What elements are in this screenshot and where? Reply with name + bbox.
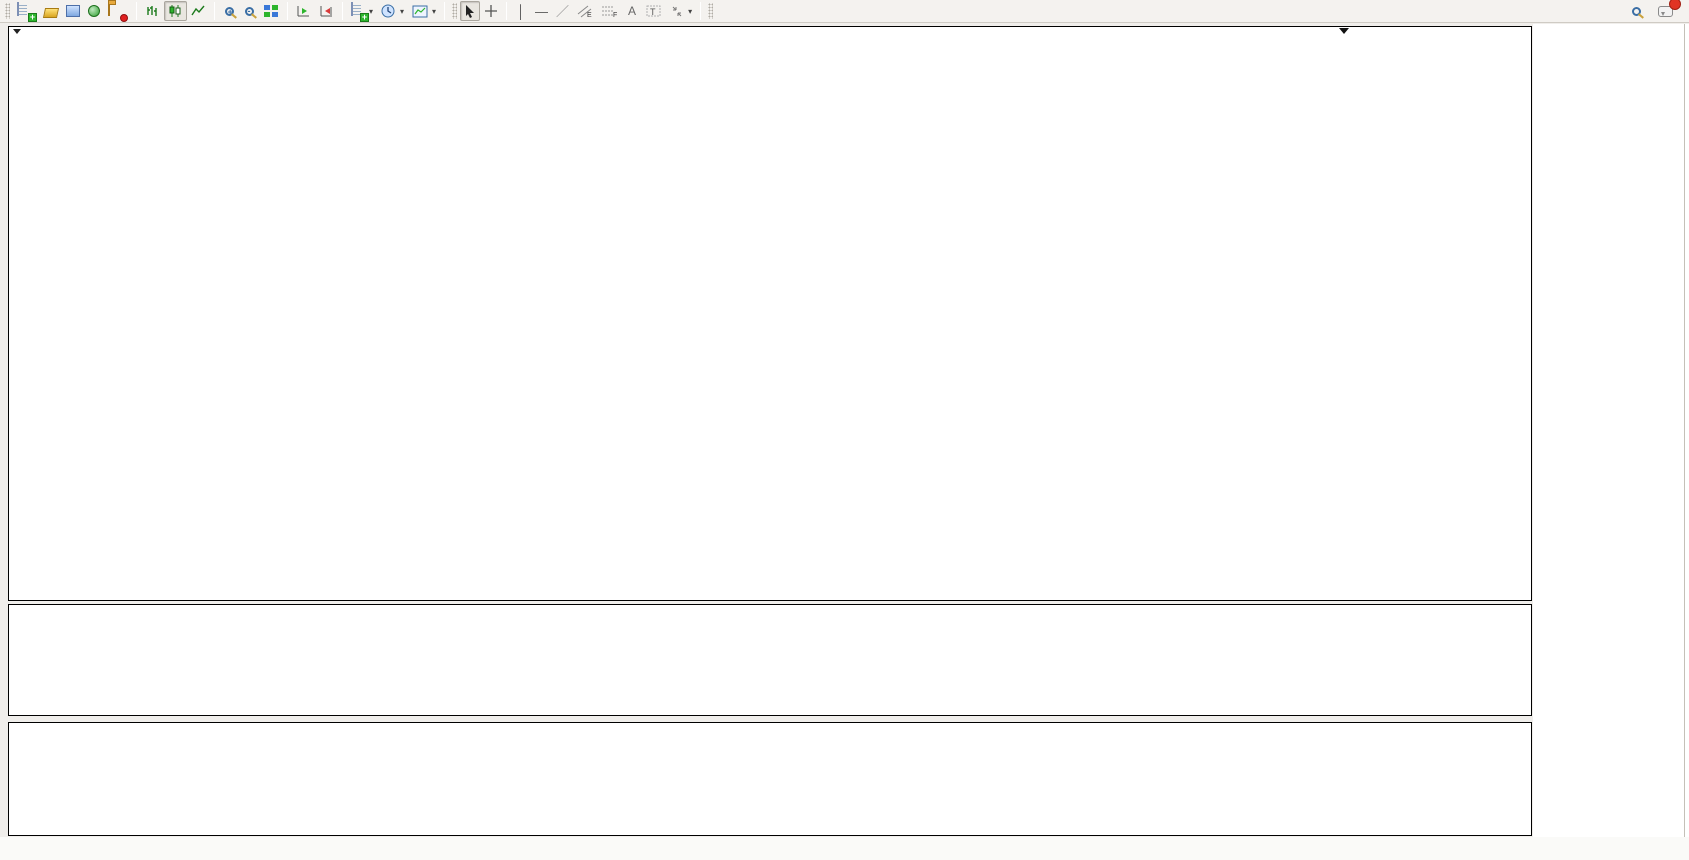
vertical-line-tool-button[interactable]: │ (511, 1, 531, 21)
trendline-tool-button[interactable]: ／ (552, 1, 573, 21)
svg-text:F: F (613, 12, 617, 18)
template-caret-icon: ▾ (432, 7, 436, 16)
chart-shift-icon (319, 4, 334, 18)
price-chart-panel[interactable] (8, 26, 1532, 601)
toolbar-grip[interactable] (5, 3, 10, 19)
market-watch-icon (43, 8, 59, 18)
rsi-canvas[interactable] (9, 723, 1531, 835)
macd-panel[interactable] (8, 604, 1532, 716)
price-chart-canvas[interactable] (9, 27, 1531, 600)
auto-scroll-button[interactable] (292, 1, 315, 21)
arrows-icon (670, 5, 684, 18)
clock-icon (381, 4, 396, 19)
market-watch-button[interactable] (40, 1, 62, 21)
new-order-button[interactable]: + (13, 1, 40, 21)
zoom-in-button[interactable]: + (219, 1, 239, 21)
line-chart-icon (191, 4, 206, 18)
line-toolbar-grip[interactable] (452, 3, 457, 19)
zoom-in-icon: + (225, 7, 234, 16)
chart-title (13, 29, 46, 34)
horizontal-line-icon: — (535, 5, 548, 18)
rsi-panel[interactable] (8, 722, 1532, 836)
new-order-icon: + (17, 3, 33, 19)
signals-icon (88, 5, 100, 17)
template-button[interactable]: ▾ (408, 1, 440, 21)
candlestick-chart-button[interactable] (164, 1, 187, 21)
add-indicator-button[interactable]: + ▾ (347, 1, 377, 21)
mt4-terminal: + + - + (0, 0, 1689, 860)
period-button[interactable]: ▾ (377, 1, 408, 21)
search-button[interactable] (1626, 1, 1646, 21)
tile-windows-icon (263, 4, 279, 18)
crosshair-tool-button[interactable] (480, 1, 502, 21)
cursor-icon (464, 4, 476, 18)
fibonacci-icon: F (601, 4, 618, 18)
chart-shift-button[interactable] (315, 1, 338, 21)
fibonacci-tool-button[interactable]: F (597, 1, 622, 21)
add-indicator-icon: + (351, 3, 365, 19)
data-window-icon (66, 5, 80, 17)
channel-tool-button[interactable]: E (573, 1, 597, 21)
add-indicator-caret-icon: ▾ (369, 7, 373, 16)
price-axis-gutter (1533, 24, 1689, 857)
text-tool-button[interactable]: A (622, 1, 642, 21)
channel-icon: E (577, 4, 593, 18)
trendline-icon: ／ (556, 5, 569, 18)
vertical-line-icon: │ (517, 5, 525, 18)
data-window-button[interactable] (62, 1, 84, 21)
bar-chart-icon (145, 4, 160, 18)
bar-chart-button[interactable] (141, 1, 164, 21)
notifications-button[interactable] (1654, 1, 1677, 21)
auto-scroll-icon (296, 4, 311, 18)
line-chart-button[interactable] (187, 1, 210, 21)
window-edge (1684, 24, 1685, 860)
time-axis[interactable] (0, 837, 1689, 860)
period-caret-icon: ▾ (400, 7, 404, 16)
label-tool-button[interactable]: T (642, 1, 666, 21)
autotrading-button[interactable] (104, 1, 132, 21)
zoom-out-icon: - (245, 7, 254, 16)
autotrading-icon (108, 3, 125, 19)
horizontal-line-tool-button[interactable]: — (531, 1, 552, 21)
template-icon (412, 5, 428, 18)
main-toolbar: + + - + (0, 0, 1689, 23)
svg-text:T: T (650, 7, 656, 17)
notification-badge (1669, 0, 1681, 10)
candlestick-chart-icon (168, 4, 183, 18)
cursor-tool-button[interactable] (460, 1, 480, 21)
chart-dropdown-icon[interactable] (13, 29, 21, 34)
label-icon: T (646, 4, 662, 18)
signals-button[interactable] (84, 1, 104, 21)
chart-shift-marker[interactable] (1339, 28, 1349, 34)
text-icon: A (628, 5, 636, 18)
crosshair-icon (484, 4, 498, 18)
search-icon (1632, 7, 1641, 16)
timeframe-toolbar-grip[interactable] (708, 3, 713, 19)
arrows-caret-icon: ▾ (688, 7, 692, 16)
arrows-tool-button[interactable]: ▾ (666, 1, 696, 21)
zoom-out-button[interactable]: - (239, 1, 259, 21)
svg-text:E: E (587, 12, 592, 18)
tile-windows-button[interactable] (259, 1, 283, 21)
macd-canvas[interactable] (9, 605, 1531, 715)
